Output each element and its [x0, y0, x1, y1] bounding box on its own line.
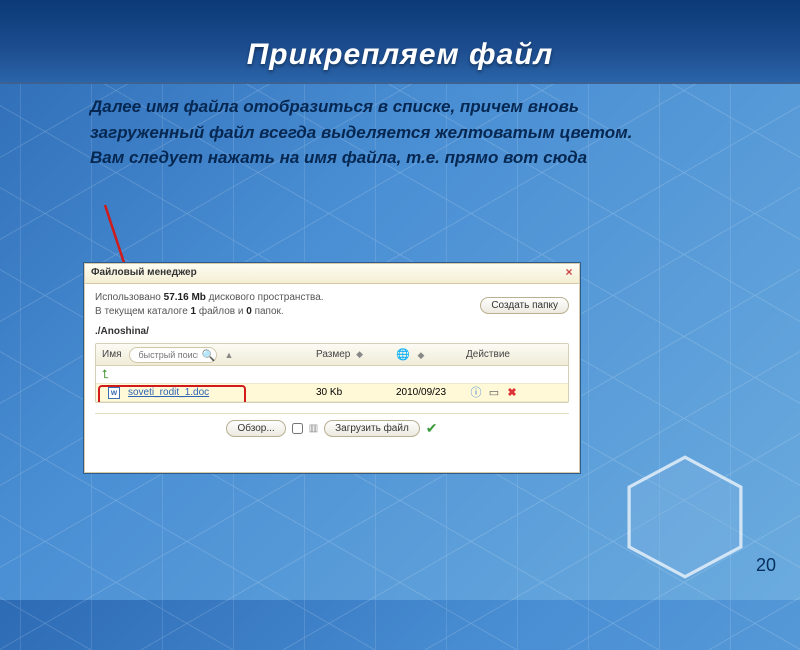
sort-name-icon[interactable]: ▲ — [224, 350, 233, 360]
word-file-icon: w — [108, 387, 120, 399]
sort-size-icon[interactable]: ◆ — [356, 349, 363, 359]
column-actions: Действие — [466, 349, 510, 360]
file-row[interactable]: w soveti_rodit_1.doc 30 Kb 2010/09/23 ⓘ … — [96, 384, 568, 402]
slide-description: Далее имя файла отобразиться в списке, п… — [90, 94, 650, 171]
page-number: 20 — [756, 555, 776, 576]
date-icon: 🌐 — [396, 349, 410, 361]
dialog-footer: Обзор... ▥ Загрузить файл ✔ — [95, 413, 569, 437]
sort-date-icon[interactable]: ◆ — [417, 350, 424, 360]
checkbox-extra-icon: ▥ — [309, 423, 318, 434]
delete-icon[interactable]: ✖ — [506, 387, 518, 399]
dialog-title-bar: Файловый менеджер × — [85, 264, 579, 284]
browse-button[interactable]: Обзор... — [226, 420, 285, 437]
create-folder-button[interactable]: Создать папку — [480, 297, 569, 314]
file-name-link[interactable]: soveti_rodit_1.doc — [128, 387, 209, 398]
close-icon[interactable]: × — [562, 266, 576, 280]
file-table: Имя 🔍 ▲ Размер ◆ 🌐 ◆ — [95, 343, 569, 403]
table-header: Имя 🔍 ▲ Размер ◆ 🌐 ◆ — [96, 344, 568, 366]
column-size[interactable]: Размер — [316, 349, 350, 360]
file-manager-screenshot: Файловый менеджер × Использовано 57.16 M… — [83, 262, 581, 474]
rename-icon[interactable]: ▭ — [488, 387, 500, 399]
info-icon[interactable]: ⓘ — [470, 387, 482, 399]
current-path: ./Anoshina/ — [95, 326, 569, 337]
upload-button[interactable]: Загрузить файл — [324, 420, 420, 437]
file-date: 2010/09/23 — [396, 387, 466, 398]
parent-folder-row[interactable]: ⮤ — [96, 366, 568, 384]
slide-title: Прикрепляем файл — [0, 38, 800, 72]
disk-usage-text: Использовано 57.16 Mb дискового простран… — [95, 291, 324, 319]
confirm-icon[interactable]: ✔ — [426, 420, 438, 437]
file-size: 30 Kb — [316, 387, 396, 398]
up-folder-icon: ⮤ — [96, 367, 109, 382]
dialog-title: Файловый менеджер — [91, 267, 197, 278]
upload-checkbox[interactable] — [292, 423, 303, 434]
column-name[interactable]: Имя — [102, 349, 121, 360]
hexagon-decoration — [610, 452, 760, 582]
search-icon[interactable]: 🔍 — [201, 349, 213, 361]
